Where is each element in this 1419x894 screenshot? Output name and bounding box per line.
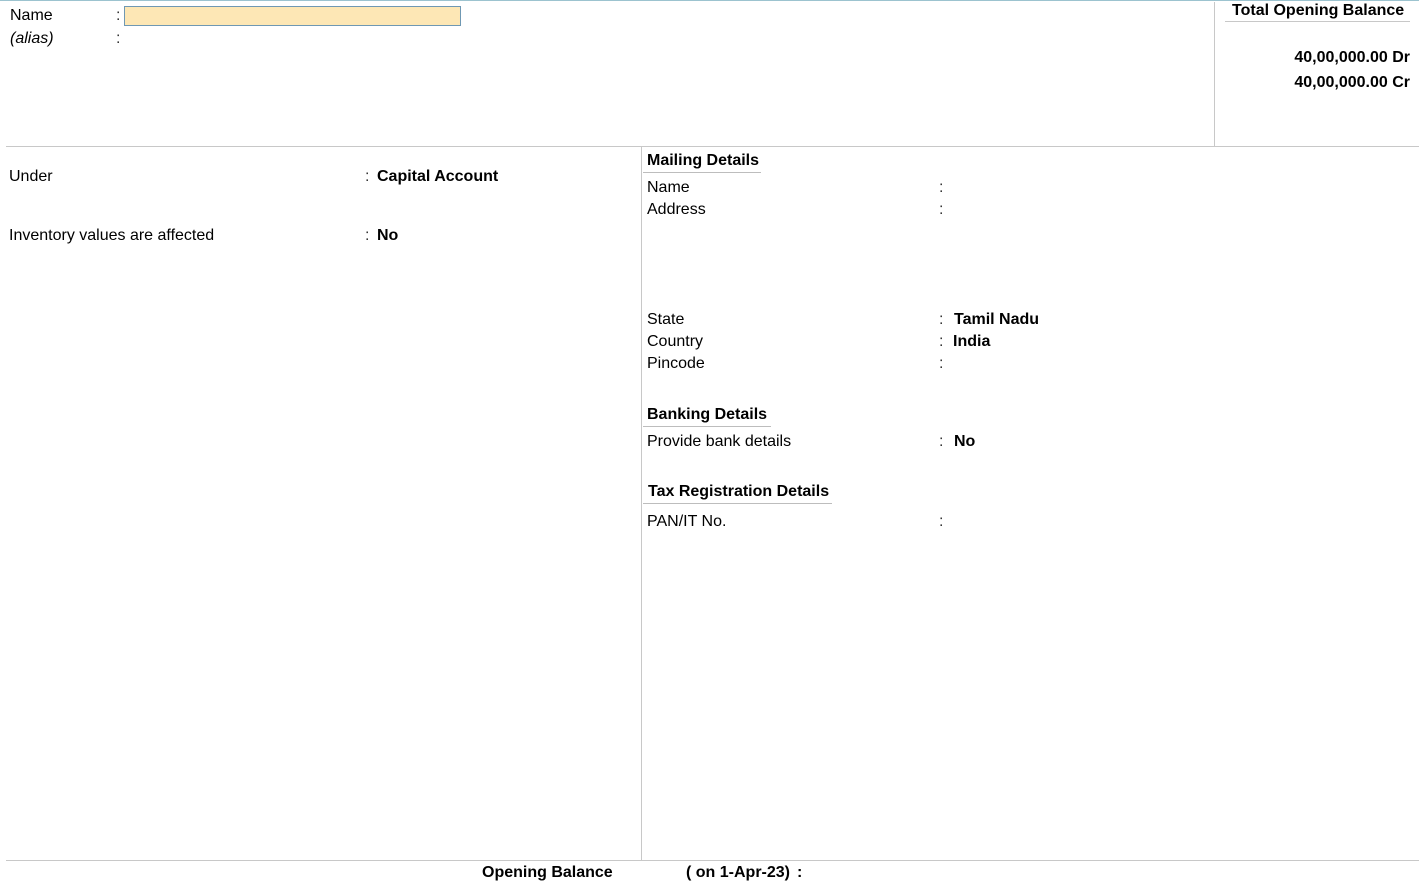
total-opening-balance-title: Total Opening Balance <box>1232 2 1405 19</box>
pincode-colon: : <box>939 355 944 372</box>
provide-bank-details-colon: : <box>939 433 944 450</box>
alias-label: (alias) <box>10 30 54 47</box>
mailing-name-colon: : <box>939 179 944 196</box>
name-colon: : <box>116 7 121 24</box>
panel-divider <box>641 147 642 860</box>
alias-colon: : <box>116 30 121 47</box>
opening-balance-colon: : <box>797 864 803 881</box>
total-opening-balance-underline <box>1225 21 1410 22</box>
total-credit-value: 40,00,000.00 Cr <box>1294 74 1410 91</box>
address-label: Address <box>647 201 706 218</box>
inventory-affected-value[interactable]: No <box>377 227 398 245</box>
banking-details-underline <box>643 426 771 427</box>
inventory-affected-label: Inventory values are affected <box>9 227 215 244</box>
opening-summary-divider <box>1214 2 1215 146</box>
under-label: Under <box>9 168 53 185</box>
mailing-details-heading: Mailing Details <box>647 152 760 169</box>
tax-registration-underline <box>643 503 832 504</box>
window-top-border <box>0 0 1419 1</box>
state-value[interactable]: Tamil Nadu <box>954 311 1039 329</box>
pincode-label: Pincode <box>647 355 705 372</box>
under-colon: : <box>365 168 370 185</box>
provide-bank-details-value[interactable]: No <box>954 433 975 451</box>
opening-balance-date: ( on 1-Apr-23) <box>686 864 790 881</box>
pan-label: PAN/IT No. <box>647 513 727 530</box>
provide-bank-details-label: Provide bank details <box>647 433 792 450</box>
banking-details-heading: Banking Details <box>647 406 768 423</box>
country-label: Country <box>647 333 704 350</box>
country-value[interactable]: India <box>953 333 990 351</box>
address-colon: : <box>939 201 944 218</box>
name-label: Name <box>10 7 53 24</box>
mailing-name-label: Name <box>647 179 690 196</box>
under-value[interactable]: Capital Account <box>377 168 498 186</box>
opening-balance-label: Opening Balance <box>482 864 613 881</box>
country-colon: : <box>939 333 944 350</box>
mailing-details-underline <box>643 172 761 173</box>
ledger-name-input[interactable] <box>124 6 461 26</box>
total-debit-value: 40,00,000.00 Dr <box>1294 49 1410 66</box>
state-label: State <box>647 311 685 328</box>
pan-colon: : <box>939 513 944 530</box>
inventory-affected-colon: : <box>365 227 370 244</box>
tax-registration-heading: Tax Registration Details <box>648 483 830 500</box>
state-colon: : <box>939 311 944 328</box>
header-separator <box>6 146 1419 147</box>
footer-separator <box>6 860 1419 861</box>
